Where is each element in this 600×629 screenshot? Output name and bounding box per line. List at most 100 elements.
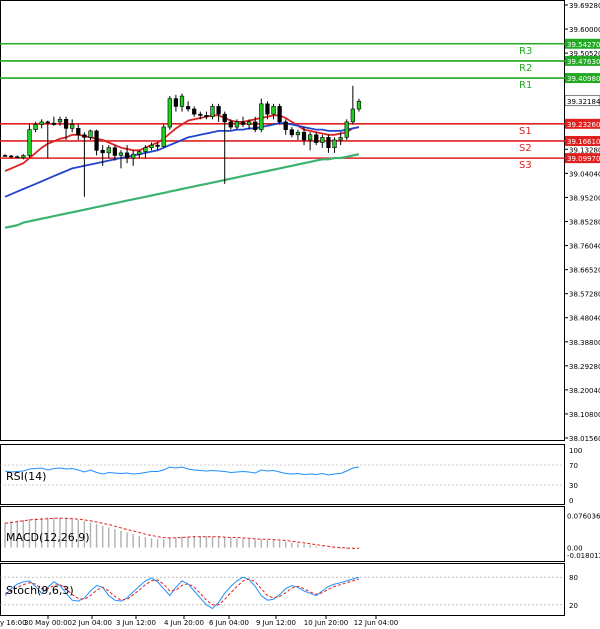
price-y-tick-label: 38.66520 — [569, 267, 600, 275]
candle-body — [15, 156, 20, 159]
price-y-tick-label: 38.95200 — [569, 194, 600, 202]
price-y-tick-label: 38.57280 — [569, 291, 600, 299]
candle-body — [320, 137, 325, 143]
candle-body — [314, 134, 319, 143]
candle-body — [70, 124, 75, 129]
candle-body — [265, 103, 270, 115]
pivot-level-name: S1 — [519, 126, 532, 137]
candle-body — [143, 147, 148, 152]
macd-y-tick-label: 0.076036 — [567, 513, 600, 521]
candle-body — [198, 113, 203, 116]
price-y-tick-label: 38.85280 — [569, 219, 600, 227]
candle-body — [106, 147, 111, 154]
pivot-level-value: 39.16610 — [567, 138, 600, 146]
trading-chart: 39.6928039.6000039.5052039.4176039.32184… — [0, 0, 600, 627]
candle-body — [39, 121, 44, 125]
pivot-level-name: R1 — [519, 80, 532, 91]
candle-body — [204, 115, 209, 118]
candle-body — [326, 137, 331, 149]
price-y-tick-label: 38.76040 — [569, 243, 600, 251]
price-y-tick-label: 39.69280 — [569, 2, 600, 10]
x-tick-label: 6 Jun 04:00 — [209, 619, 249, 627]
candle-body — [210, 106, 215, 118]
candle-body — [155, 144, 160, 147]
x-tick-label: y 16:00 — [0, 619, 27, 627]
candle-body — [124, 152, 130, 159]
rsi-title: RSI(14) — [6, 470, 46, 483]
candle-body — [350, 108, 355, 123]
candle-body — [2, 155, 8, 157]
macd-title: MACD(12,26,9) — [6, 531, 90, 544]
price-y-tick-label: 38.48040 — [569, 315, 600, 323]
candle-body — [289, 129, 294, 136]
x-tick-label: 10 Jun 20:00 — [304, 619, 348, 627]
rsi-y-tick-label: 100 — [569, 447, 582, 455]
price-y-tick-label: 39.60000 — [569, 26, 600, 34]
price-y-tick-label: 38.10800 — [569, 411, 600, 419]
candle-body — [88, 130, 93, 138]
candle-body — [344, 121, 349, 138]
candle-body — [179, 95, 185, 107]
candle-body — [259, 103, 264, 130]
candle-body — [277, 106, 282, 123]
x-tick-label: 12 Jun 04:00 — [354, 619, 398, 627]
price-y-tick-label: 38.29280 — [569, 363, 600, 371]
pivot-level-name: R3 — [519, 46, 532, 57]
candle-body — [295, 131, 301, 136]
candle-body — [253, 121, 258, 130]
x-tick-label: 9 Jun 12:00 — [256, 619, 296, 627]
pivot-level-name: S3 — [519, 160, 532, 171]
pivot-level-value: 39.47630 — [567, 58, 600, 66]
candle-body — [9, 155, 14, 158]
candle-body — [51, 122, 56, 125]
rsi-y-tick-label: 30 — [569, 482, 578, 490]
x-tick-label: 3 Jun 12:00 — [116, 619, 156, 627]
candle-body — [82, 134, 87, 138]
candle-body — [216, 106, 221, 115]
rsi-y-tick-label: 0 — [569, 497, 573, 505]
x-tick-label: 2 Jun 04:00 — [72, 619, 112, 627]
candle-body — [33, 124, 38, 130]
candle-body — [234, 121, 240, 128]
pivot-level-value: 39.09970 — [567, 155, 600, 163]
x-tick-label: 4 Jun 20:00 — [164, 619, 204, 627]
rsi-panel-frame — [0, 444, 565, 505]
candle-body — [21, 155, 26, 158]
rsi-y-tick-label: 70 — [569, 462, 578, 470]
candle-body — [228, 121, 233, 128]
x-axis: y 16:0030 May 00:00 2 Jun 04:00 3 Jun 12:0… — [0, 616, 398, 627]
candle-body — [27, 129, 32, 156]
candle-body — [271, 106, 276, 115]
pivot-level-value: 39.40980 — [567, 75, 600, 83]
macd-y-tick-label: -0.018013 — [567, 552, 600, 560]
pivot-level-value: 39.23260 — [567, 121, 600, 129]
stoch-y-tick-label: 80 — [569, 574, 578, 582]
price-panel-frame — [0, 0, 565, 441]
candle-body — [356, 100, 362, 110]
candle-body — [167, 98, 172, 128]
candle-body — [161, 126, 166, 147]
price-y-tick-label: 38.38800 — [569, 339, 600, 347]
candle-body — [137, 151, 142, 155]
candle-body — [76, 128, 81, 136]
x-tick-label: 30 May 00:00 — [24, 619, 72, 627]
stoch-title: Stoch(9,6,3) — [6, 584, 74, 597]
candle-body — [222, 113, 227, 123]
candle-body — [185, 106, 191, 110]
candle-body — [332, 139, 337, 149]
candle-body — [246, 121, 252, 125]
candle-body — [173, 98, 179, 107]
price-y-tick-label: 39.04040 — [569, 170, 600, 178]
price-y-tick-label: 38.01560 — [569, 435, 600, 443]
candle-body — [308, 134, 313, 141]
candle-body — [301, 131, 307, 141]
pivot-level-name: S2 — [519, 143, 532, 154]
pivot-level-name: R2 — [519, 63, 532, 74]
current-price-value: 39.32184 — [567, 98, 600, 106]
candle-body — [338, 137, 343, 141]
stoch-panel-frame — [0, 563, 565, 616]
candle-body — [45, 121, 50, 124]
price-y-tick-label: 38.20040 — [569, 387, 600, 395]
candle-body — [63, 119, 69, 129]
candle-body — [112, 147, 118, 156]
